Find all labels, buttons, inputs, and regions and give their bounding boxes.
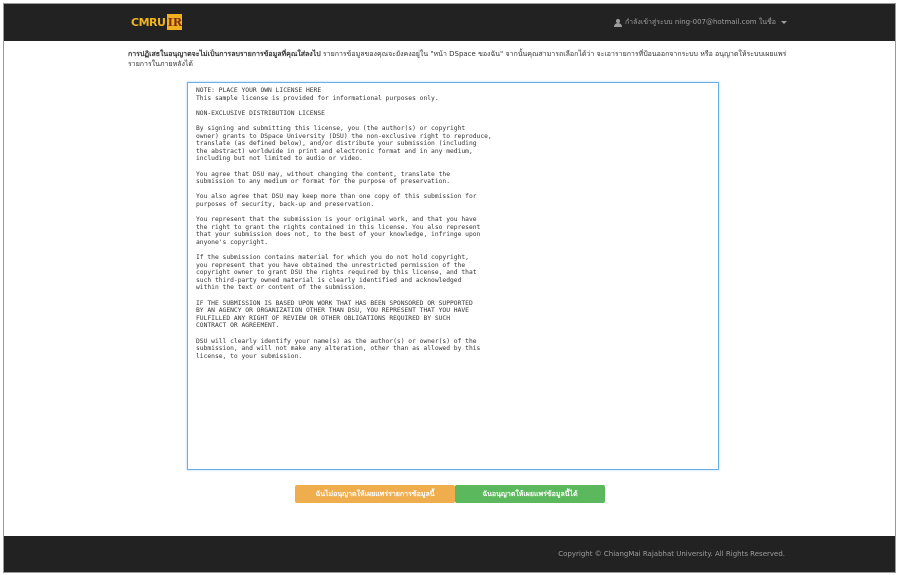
page-frame: CMRU IR กำลังเข้าสู่ระบบ ning-007@hotmai…	[3, 3, 896, 573]
top-navbar: CMRU IR กำลังเข้าสู่ระบบ ning-007@hotmai…	[4, 4, 895, 41]
user-menu[interactable]: กำลังเข้าสู่ระบบ ning-007@hotmail.com ใน…	[613, 17, 787, 28]
logo-text: CMRU	[131, 15, 166, 29]
caret-down-icon	[781, 21, 787, 24]
license-intro-text: การปฏิเสธในอนุญาตจะไม่เป็นการลบรายการข้อ…	[128, 49, 788, 69]
reject-license-button[interactable]: ฉันไม่อนุญาตให้เผยแพร่รายการข้อมูลนี้	[295, 485, 455, 503]
logo-badge: IR	[167, 14, 183, 30]
copyright-text: Copyright © ChiangMai Rajabhat Universit…	[558, 550, 785, 558]
user-icon	[613, 18, 622, 27]
user-menu-label: กำลังเข้าสู่ระบบ ning-007@hotmail.com ใน…	[624, 18, 776, 26]
license-text: NOTE: PLACE YOUR OWN LICENSE HERE This s…	[196, 87, 492, 360]
intro-bold-text: การปฏิเสธในอนุญาตจะไม่เป็นการลบรายการข้อ…	[128, 50, 321, 58]
license-textarea[interactable]: NOTE: PLACE YOUR OWN LICENSE HERE This s…	[187, 82, 719, 470]
accept-license-button[interactable]: ฉันอนุญาตให้เผยแพร่ข้อมูลนี้ได้	[455, 485, 605, 503]
page-footer: Copyright © ChiangMai Rajabhat Universit…	[4, 536, 895, 572]
site-logo[interactable]: CMRU IR	[131, 13, 183, 31]
